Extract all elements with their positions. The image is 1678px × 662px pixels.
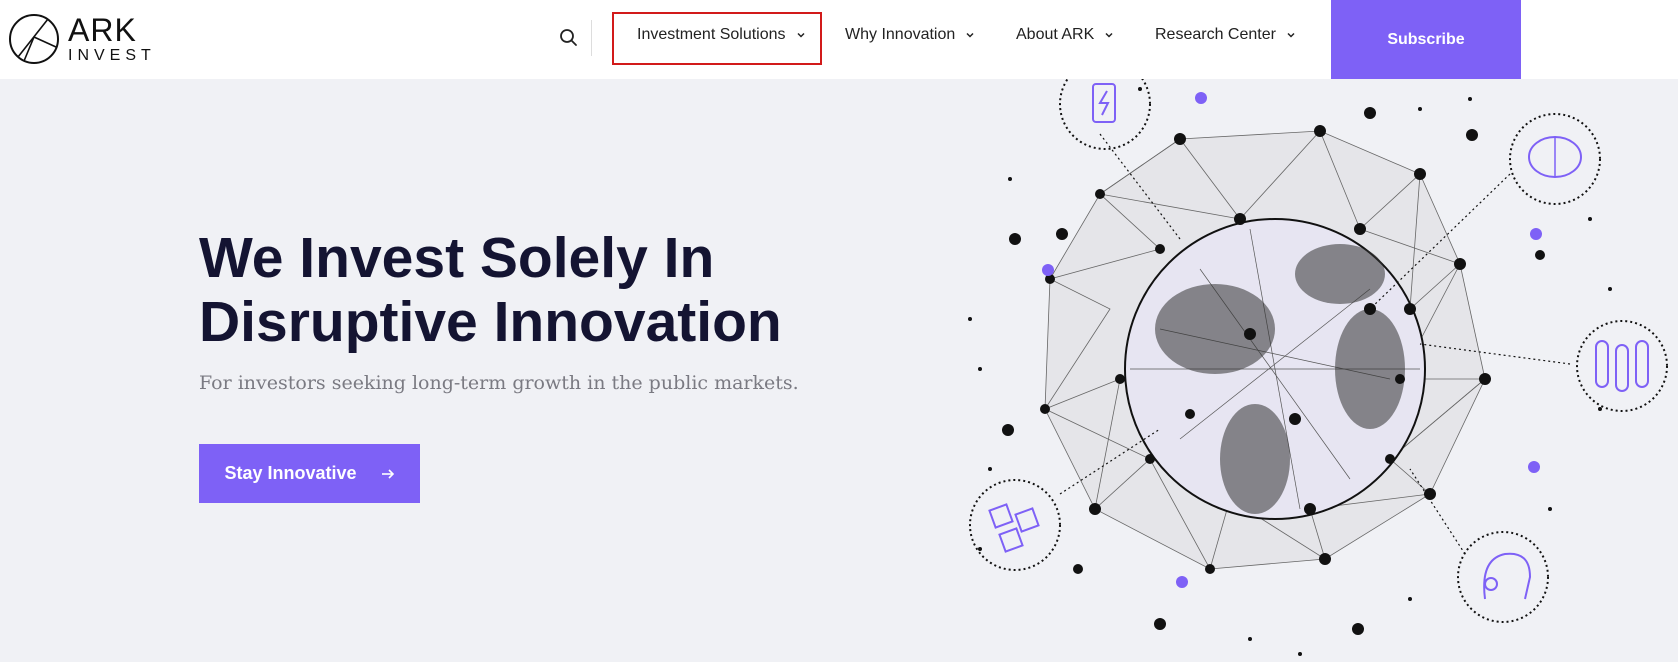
ark-logo-mark-icon <box>9 14 59 64</box>
nav-item-label: Research Center <box>1155 26 1276 43</box>
search-icon[interactable] <box>558 27 580 49</box>
nav-divider <box>591 20 592 56</box>
nav-item-why-innovation[interactable]: Why Innovation <box>845 26 975 44</box>
battery-icon <box>1059 79 1151 150</box>
nav-item-research-center[interactable]: Research Center <box>1155 26 1296 44</box>
hero-subtitle: For investors seeking long-term growth i… <box>199 372 799 394</box>
globe-network-illustration <box>968 79 1668 656</box>
chevron-down-icon <box>966 32 974 38</box>
subscribe-button[interactable]: Subscribe <box>1331 0 1521 79</box>
stay-innovative-button[interactable]: Stay Innovative <box>199 444 420 503</box>
selection-highlight-box <box>612 12 822 65</box>
logo-text-ark: ARK <box>68 12 137 48</box>
brain-chip-icon <box>1509 113 1601 205</box>
ai-head-icon <box>1457 531 1549 623</box>
blockchain-cubes-icon <box>969 479 1061 571</box>
cta-label: Stay Innovative <box>224 463 357 483</box>
ark-invest-logo[interactable]: ARK INVEST <box>8 12 156 66</box>
hero-headline-line2: Disruptive Innovation <box>199 290 782 354</box>
hero-headline: We Invest Solely In Disruptive Innovatio… <box>199 226 782 354</box>
hero-headline-line1: We Invest Solely In <box>199 226 715 290</box>
logo-text-invest: INVEST <box>68 47 156 64</box>
nav-item-label: About ARK <box>1016 26 1095 43</box>
nav-item-about-ark[interactable]: About ARK <box>1016 26 1114 44</box>
arrow-right-icon <box>381 468 394 479</box>
nav-item-label: Why Innovation <box>845 26 956 43</box>
test-tubes-icon <box>1576 320 1668 412</box>
chevron-down-icon <box>1287 32 1295 38</box>
site-header: ARK INVEST Investment Solutions Why Inno… <box>0 0 1678 79</box>
chevron-down-icon <box>1105 32 1113 38</box>
